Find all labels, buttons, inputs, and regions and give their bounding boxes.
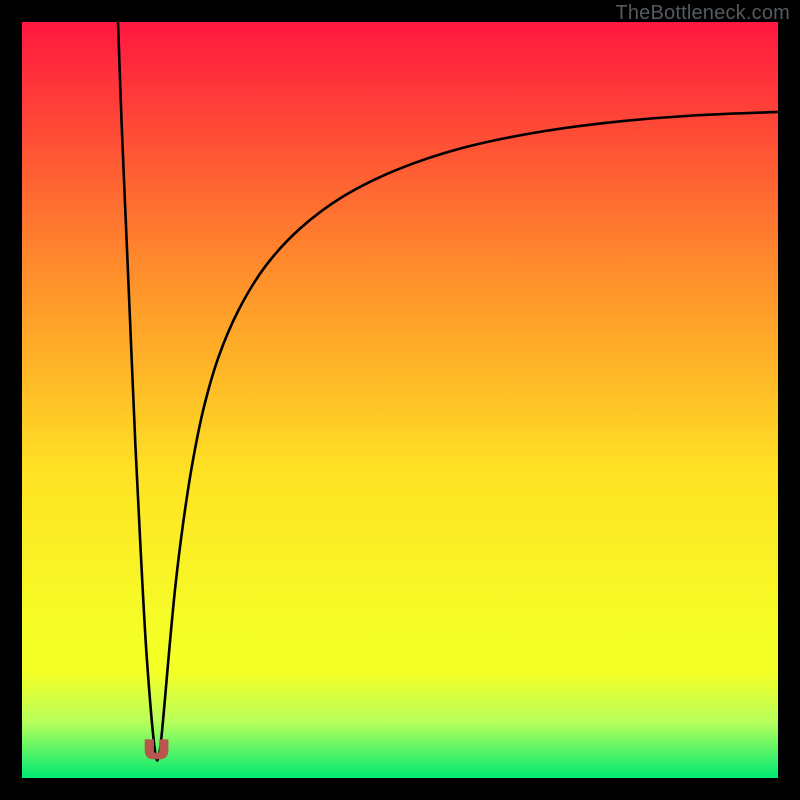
chart-frame: TheBottleneck.com xyxy=(0,0,800,800)
minimum-marker xyxy=(145,740,168,759)
watermark-text: TheBottleneck.com xyxy=(615,2,790,25)
bottleneck-curve xyxy=(118,22,778,760)
chart-curve-layer xyxy=(22,22,778,778)
plot-area xyxy=(22,22,778,778)
